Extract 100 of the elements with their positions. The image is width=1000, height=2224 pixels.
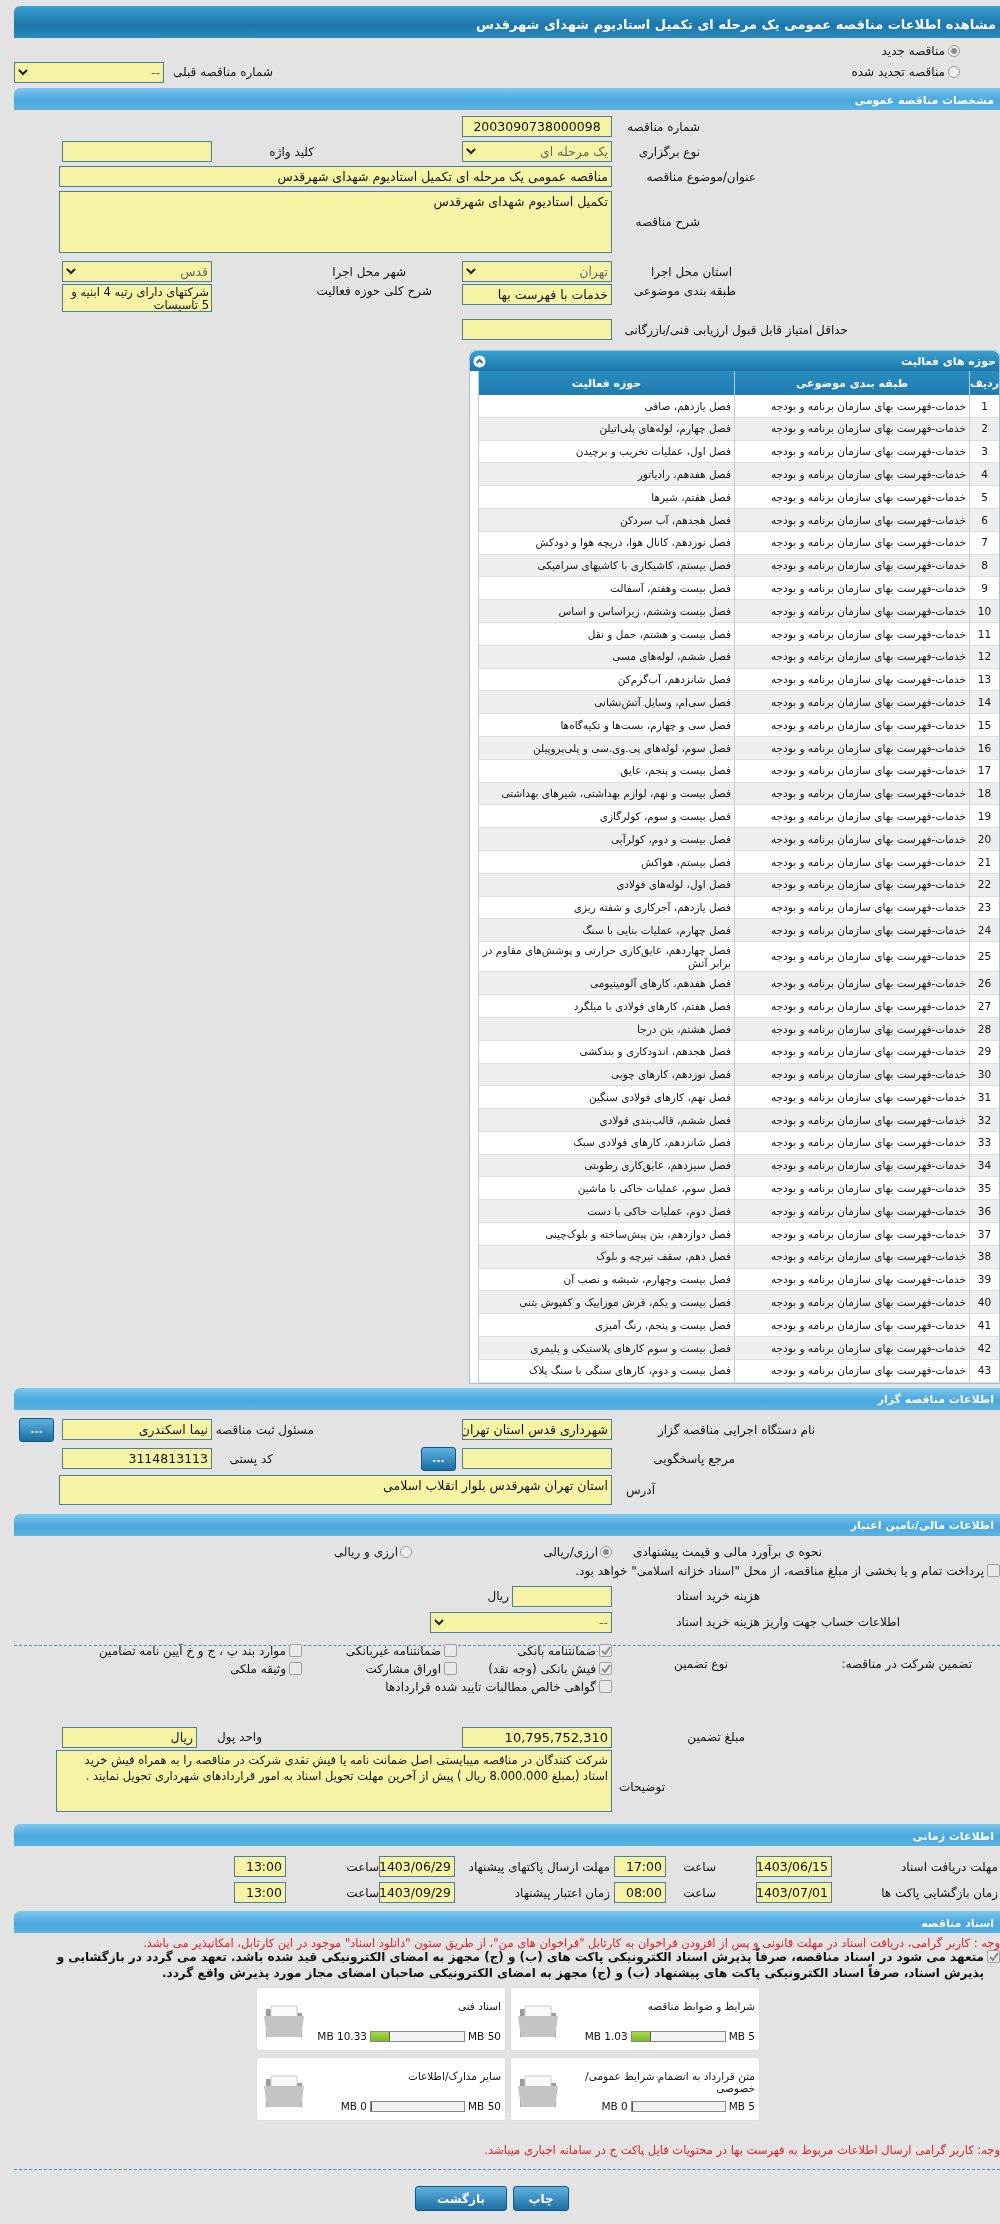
table-cell: 37 [969, 1223, 999, 1246]
lookup-button[interactable]: ... [19, 1417, 54, 1442]
table-cell: فصل بیست و هشتم، حمل و نقل [478, 622, 734, 646]
table-cell: فصل بیست و دوم، کارهای سنگی با سنگ پلاک [478, 1359, 734, 1383]
city-select[interactable]: قدس [62, 261, 212, 282]
checkbox[interactable] [599, 1644, 612, 1658]
table-cell: فصل هفتم، کارهای فولادی با میلگرد [478, 995, 734, 1018]
checkbox-label: ضمانتنامه غیربانکی [345, 1643, 441, 1658]
table-cell: خدمات-فهرست بهای سازمان برنامه و بودجه [734, 531, 969, 555]
checkbox-label: گواهی خالص مطالبات تایید شده قراردادها [385, 1679, 596, 1694]
radio-button[interactable] [948, 66, 960, 78]
checkbox[interactable] [987, 1950, 1000, 1964]
description-field[interactable]: تکمیل استادیوم شهدای شهرقدس [59, 191, 612, 253]
checkbox[interactable] [599, 1680, 612, 1694]
table-cell: خدمات-فهرست بهای سازمان برنامه و بودجه [734, 714, 969, 737]
address-field[interactable]: استان تهران شهرقدس بلوار انقلاب اسلامی [59, 1474, 612, 1505]
table-cell: 20 [969, 828, 999, 851]
activity-scope-field[interactable]: شرکتهای دارای رتبه 4 ابنیه و 5 تاسیسات [62, 284, 212, 312]
checkbox-label: پرداخت تمام و یا بخشی از مبلغ مناقصه، از محل "اسناد خزانه اسلامی" خواهد بود. [575, 1563, 984, 1580]
field-label: واحد پول [217, 1730, 262, 1745]
field-label: زمان اعتبار پیشنهاد [514, 1885, 610, 1900]
keyword-field[interactable] [62, 141, 212, 162]
table-cell: خدمات-فهرست بهای سازمان برنامه و بودجه [734, 1086, 969, 1110]
radio-button[interactable] [400, 1545, 412, 1558]
table-cell: خدمات-فهرست بهای سازمان برنامه و بودجه [734, 1223, 969, 1246]
table-cell: فصل سی‌ام، وسایل آتش‌نشانی [478, 691, 734, 715]
registrar-field[interactable]: نیما اسکندری [62, 1419, 212, 1441]
commitment-text: متعهد می شود در اسناد مناقصه، صرفاً پذیرش اسناد الکترونیکی پاکت های (ب) و (ج) مجهز به امضای الکترونیکی قید شده باشد. تعهد می گردد در بازگشایی و پذیرش اسناد، صرفاً اسناد الکترونیکی پاکت های پیشنهاد (ب) و (ج) مجهز به امضای الکترونیکی صاحبان امضای مجاز مورد پذیرش واقع گردد. [55, 1950, 984, 1982]
guarantee-amount-field[interactable]: 10,795,752,310 [462, 1726, 612, 1748]
table-cell: خدمات-فهرست بهای سازمان برنامه و بودجه [734, 395, 969, 418]
table-cell: خدمات-فهرست بهای سازمان برنامه و بودجه [734, 1337, 969, 1360]
currency-field[interactable]: ریال [62, 1726, 197, 1748]
table-cell: خدمات-فهرست بهای سازمان برنامه و بودجه [734, 1268, 969, 1292]
table-cell: فصل چهارم، لوله‌های پلی‌اتیلن [478, 417, 734, 441]
uploaded-size: 0 MB [601, 2100, 628, 2113]
checkbox[interactable] [289, 1662, 302, 1676]
postal-code-field[interactable]: 3114813113 [62, 1448, 212, 1470]
category-field[interactable]: خدمات با فهرست بها [462, 284, 612, 305]
tender-number-field[interactable]: 2003090738000098 [462, 116, 612, 137]
account-select[interactable]: -- [430, 1611, 612, 1633]
date-field[interactable]: 1403/06/29 [379, 1856, 455, 1878]
table-cell: فصل بیست وششم، زیراساس و اساس [478, 600, 734, 623]
time-field[interactable]: 08:00 [614, 1882, 666, 1904]
table-cell: خدمات-فهرست بهای سازمان برنامه و بودجه [734, 486, 969, 509]
print-button[interactable]: چاپ [513, 2186, 569, 2212]
table-cell: 26 [969, 972, 999, 996]
collapse-icon[interactable] [473, 354, 486, 368]
radio-button[interactable] [948, 45, 960, 57]
field-label: مهلت دریافت اسناد [901, 1859, 998, 1874]
table-cell: 39 [969, 1268, 999, 1292]
checkbox[interactable] [289, 1644, 302, 1658]
table-cell: خدمات-فهرست بهای سازمان برنامه و بودجه [734, 1177, 969, 1201]
field-label: نحوه ی برآورد مالی و قیمت پیشنهادی [633, 1544, 822, 1559]
time-field[interactable]: 13:00 [234, 1856, 286, 1878]
response-reference-field[interactable] [462, 1448, 612, 1470]
chevron-down-icon [18, 68, 28, 76]
table-cell: فصل دوم، عملیات خاکی با دست [478, 1200, 734, 1224]
table-cell: خدمات-فهرست بهای سازمان برنامه و بودجه [734, 440, 969, 464]
time-field[interactable]: 13:00 [234, 1882, 286, 1904]
table-cell: خدمات-فهرست بهای سازمان برنامه و بودجه [734, 600, 969, 623]
document-fee-field[interactable] [512, 1585, 612, 1607]
table-cell: فصل یازدهم، آجرکاری و شفته ریزی [478, 896, 734, 920]
table-cell: 23 [969, 896, 999, 920]
table-cell: 16 [969, 736, 999, 760]
table-cell: خدمات-فهرست بهای سازمان برنامه و بودجه [734, 622, 969, 646]
time-label: ساعت [346, 1859, 379, 1874]
table-cell: 38 [969, 1245, 999, 1269]
table-cell: 24 [969, 919, 999, 943]
previous-tender-select[interactable]: -- [14, 61, 164, 83]
subject-field[interactable]: مناقصه عمومی یک مرحله ای تکمیل استادیوم شهدای شهرقدس [59, 166, 612, 187]
radio-button[interactable] [600, 1545, 612, 1558]
date-field[interactable]: 1403/09/29 [379, 1882, 455, 1904]
date-field[interactable]: 1403/06/15 [756, 1856, 832, 1878]
checkbox[interactable] [987, 1563, 1000, 1577]
holding-type-select[interactable]: یک مرحله ای [462, 141, 612, 162]
field-label: مرجع پاسخگویی [653, 1451, 735, 1466]
lookup-button[interactable]: ... [421, 1446, 456, 1471]
table-cell: 35 [969, 1177, 999, 1201]
table-cell: 33 [969, 1131, 999, 1155]
table-cell: 5 [969, 486, 999, 509]
table-cell: فصل سوم، عملیات خاکی با ماشین [478, 1177, 734, 1201]
time-field[interactable]: 17:00 [614, 1856, 666, 1878]
table-cell: 30 [969, 1063, 999, 1087]
checkbox[interactable] [444, 1644, 457, 1658]
back-button[interactable]: بازگشت [415, 2186, 507, 2212]
field-label: حداقل امتیاز قابل قبول ارزیابی فنی/بازرگانی [624, 322, 848, 337]
time-label: ساعت [683, 1859, 716, 1874]
document-name: متن قرارداد به انضمام شرایط عمومی/خصوصی [584, 2070, 755, 2095]
field-label: نوع برگزاری [638, 144, 700, 159]
date-field[interactable]: 1403/07/01 [756, 1882, 832, 1904]
checkbox[interactable] [599, 1662, 612, 1676]
notes-field[interactable]: شرکت کنندگان در مناقصه میبایستی اصل ضمانت نامه یا فیش نقدی شرکت در مناقصه را به همراه فیش خرید اسناد (بمبلغ 8.000.000 ریال ) پیش از آخرین مهلت تحویل اسناد به امور قراردادهای شهرداری تحویل نمایند . [56, 1750, 612, 1813]
table-cell: خدمات-فهرست بهای سازمان برنامه و بودجه [734, 782, 969, 806]
checkbox[interactable] [444, 1662, 457, 1676]
table-cell: فصل بیست و دوم، کولرآبی [478, 828, 734, 851]
min-score-field[interactable] [462, 319, 612, 340]
table-cell: 6 [969, 509, 999, 532]
chevron-down-icon [434, 1618, 444, 1626]
table-cell: 27 [969, 995, 999, 1018]
province-select[interactable]: تهران [462, 261, 612, 282]
